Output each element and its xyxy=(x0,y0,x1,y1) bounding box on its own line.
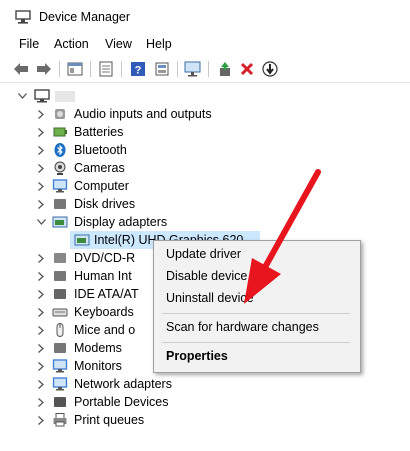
annotation-arrow xyxy=(244,169,321,304)
